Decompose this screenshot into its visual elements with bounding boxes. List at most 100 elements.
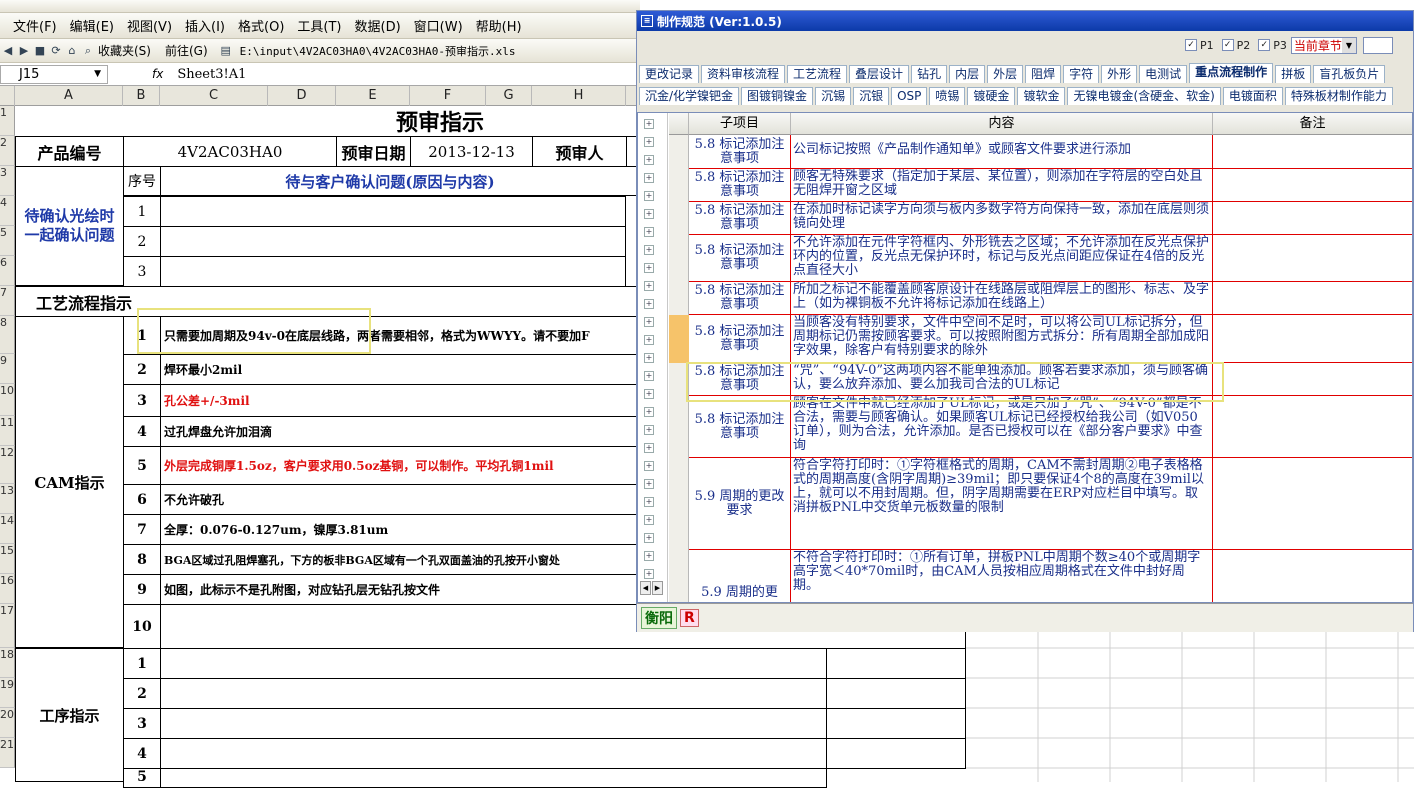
col-header-c[interactable]: C — [160, 86, 268, 106]
cam-row-text[interactable]: 焊环最小2mil — [160, 354, 640, 385]
proc-row-cell[interactable] — [160, 708, 827, 739]
spec-content[interactable]: 不符合字符打印时：①所有订单，拼板PNL中周期个数≥40个或周期字高字宽＜40*… — [791, 550, 1213, 602]
spec-item[interactable]: 5.8 标记添加注意事项 — [689, 396, 791, 458]
tab[interactable]: 外层 — [987, 65, 1024, 83]
tab[interactable]: 电测试 — [1139, 65, 1188, 83]
spec-remark[interactable] — [1213, 235, 1412, 282]
search-icon[interactable]: ⌕ — [80, 43, 96, 59]
menu-edit[interactable]: 编辑(E) — [70, 16, 114, 35]
spec-remark[interactable] — [1213, 363, 1412, 396]
cam-row-text[interactable]: 过孔焊盘允许加泪滴 — [160, 416, 640, 447]
row-header[interactable]: 19 — [0, 678, 15, 708]
cam-row-text[interactable]: 全厚：0.076-0.127um，镍厚3.81um — [160, 514, 640, 545]
proc-row-extra[interactable] — [826, 708, 966, 739]
col-header-e[interactable]: E — [336, 86, 410, 106]
expand-icon[interactable]: + — [644, 263, 654, 273]
stop-icon[interactable]: ■ — [32, 43, 48, 59]
tab[interactable]: 图镀铜镍金 — [741, 87, 814, 105]
col-header-d[interactable]: D — [268, 86, 336, 106]
col-header-b[interactable]: B — [123, 86, 160, 106]
cam-row-text[interactable]: 孔公差+/-3mil — [160, 384, 640, 417]
review-date-value[interactable]: 2013-12-13 — [410, 136, 533, 167]
expand-icon[interactable]: + — [644, 533, 654, 543]
spec-remark[interactable] — [1213, 169, 1412, 202]
spec-item[interactable]: 5.9 周期的更 — [689, 550, 791, 602]
proc-row-cell[interactable] — [160, 648, 827, 679]
pane-title-bar[interactable]: ≡ 制作规范 (Ver:1.0.5) — [637, 11, 1413, 31]
tab[interactable]: 特殊板材制作能力 — [1284, 87, 1393, 105]
spec-item[interactable]: 5.8 标记添加注意事项 — [689, 169, 791, 202]
expand-icon[interactable]: + — [644, 209, 654, 219]
spec-remark[interactable] — [1213, 202, 1412, 235]
confirm-row-cell[interactable] — [160, 256, 626, 287]
spec-remark[interactable] — [1213, 135, 1412, 169]
expand-icon[interactable]: + — [644, 227, 654, 237]
tab[interactable]: 沉银 — [853, 87, 890, 105]
tab[interactable]: 外形 — [1101, 65, 1138, 83]
row-header[interactable]: 11 — [0, 416, 15, 446]
tab[interactable]: 字符 — [1063, 65, 1100, 83]
name-box[interactable]: J15 ▼ — [0, 64, 108, 84]
expand-icon[interactable]: + — [644, 569, 654, 579]
tab[interactable]: 盲孔板负片 — [1313, 65, 1386, 83]
menu-window[interactable]: 窗口(W) — [414, 16, 463, 35]
expand-icon[interactable]: + — [644, 407, 654, 417]
spec-item[interactable]: 5.8 标记添加注意事项 — [689, 202, 791, 235]
row-header[interactable]: 6 — [0, 256, 15, 286]
sheet-tab[interactable]: 衡阳 — [641, 607, 677, 629]
row-header[interactable]: 8 — [0, 316, 15, 354]
menu-insert[interactable]: 插入(I) — [185, 16, 225, 35]
tab[interactable]: OSP — [891, 87, 928, 105]
spec-remark[interactable] — [1213, 550, 1412, 602]
address-field[interactable]: E:\input\4V2AC03HA0\4V2AC03HA0-预审指示.xls — [240, 43, 516, 59]
cam-row-text[interactable]: 不允许破孔 — [160, 484, 640, 515]
spec-content[interactable]: 顾客无特殊要求（指定加于某层、某位置），则添加在字符层的空白处且无阻焊开窗之区域 — [791, 169, 1213, 202]
expand-icon[interactable]: + — [644, 119, 654, 129]
row-header[interactable]: 5 — [0, 226, 15, 256]
expand-icon[interactable]: + — [644, 137, 654, 147]
row-header[interactable]: 4 — [0, 196, 15, 226]
tab[interactable]: 钻孔 — [911, 65, 948, 83]
spec-item[interactable]: 5.9 周期的更改要求 — [689, 458, 791, 550]
tab[interactable]: 沉金/化学镍钯金 — [639, 87, 740, 105]
proc-row-extra[interactable] — [826, 648, 966, 679]
expand-icon[interactable]: + — [644, 497, 654, 507]
tab[interactable]: 镀硬金 — [967, 87, 1016, 105]
menu-help[interactable]: 帮助(H) — [476, 16, 522, 35]
favorites-menu[interactable]: 收藏夹(S) — [98, 42, 151, 59]
expand-icon[interactable]: + — [644, 479, 654, 489]
proc-row-cell[interactable] — [160, 678, 827, 709]
expand-icon[interactable]: + — [644, 299, 654, 309]
col-header-h[interactable]: H — [532, 86, 626, 106]
row-header[interactable]: 1 — [0, 106, 15, 136]
grid-corner[interactable] — [669, 113, 689, 135]
row-header[interactable]: 7 — [0, 286, 15, 316]
spec-content[interactable]: 在添加时标记读字方向须与板内多数字符方向保持一致，添加在底层则须镜向处理 — [791, 202, 1213, 235]
menu-format[interactable]: 格式(O) — [238, 16, 284, 35]
chevron-down-icon[interactable]: ▼ — [94, 66, 101, 83]
tab[interactable]: 工艺流程 — [787, 65, 848, 83]
row-header[interactable]: 16 — [0, 574, 15, 604]
goto-menu[interactable]: 前往(G) — [165, 42, 208, 59]
spec-content[interactable]: 顾客在文件中就已经添加了UL标记，或是只加了“咒”、“94V-0”都是不合法，需… — [791, 396, 1213, 458]
select-all-corner[interactable] — [0, 86, 15, 106]
spec-item[interactable]: 5.8 标记添加注意事项 — [689, 282, 791, 315]
row-header[interactable]: 17 — [0, 604, 15, 648]
checkbox-p1[interactable]: ✓ — [1185, 39, 1197, 51]
expand-icon[interactable]: + — [644, 515, 654, 525]
excel-standard-toolbar[interactable] — [0, 0, 640, 13]
fx-label[interactable]: fx — [152, 67, 163, 81]
checkbox-p2[interactable]: ✓ — [1221, 39, 1234, 51]
tab[interactable]: 沉锡 — [815, 87, 852, 105]
tab[interactable]: 镀软金 — [1017, 87, 1066, 105]
hscroll-left[interactable]: ◀ — [640, 581, 651, 595]
header-subitem[interactable]: 子项目 — [689, 113, 791, 135]
row-header[interactable]: 18 — [0, 648, 15, 678]
expand-icon[interactable]: + — [644, 173, 654, 183]
back-icon[interactable]: ◀ — [0, 43, 16, 59]
col-header-f[interactable]: F — [410, 86, 486, 106]
tab[interactable]: 资料审核流程 — [701, 65, 786, 83]
expand-icon[interactable]: + — [644, 155, 654, 165]
forward-icon[interactable]: ▶ — [16, 43, 32, 59]
header-content[interactable]: 内容 — [791, 113, 1213, 135]
